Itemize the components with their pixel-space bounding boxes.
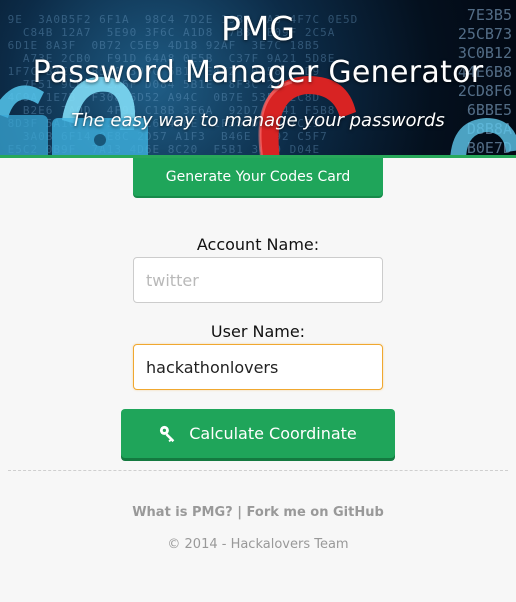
github-link[interactable]: Fork me on GitHub xyxy=(247,505,384,520)
calculate-coordinate-button[interactable]: Calculate Coordinate xyxy=(121,409,395,458)
generate-codes-card-button[interactable]: Generate Your Codes Card xyxy=(133,158,383,196)
app-subtitle: Password Manager Generator xyxy=(32,55,484,90)
calculate-coordinate-label: Calculate Coordinate xyxy=(189,424,357,443)
footer-separator: | xyxy=(237,505,242,520)
app-title: PMG xyxy=(221,9,295,48)
copyright-text: © 2014 - Hackalovers Team xyxy=(167,537,349,552)
header-banner: 9E 3A0B5F2 6F1A 98C4 7D2E 19B6 A3 4F7C 0… xyxy=(0,0,516,155)
what-is-pmg-link[interactable]: What is PMG? xyxy=(132,505,233,520)
account-name-input[interactable] xyxy=(133,257,383,303)
footer-links: What is PMG? | Fork me on GitHub xyxy=(0,505,516,520)
section-divider xyxy=(8,470,508,471)
key-icon xyxy=(160,425,175,442)
app-tagline: The easy way to manage your passwords xyxy=(71,110,445,131)
user-name-label: User Name: xyxy=(210,322,306,341)
account-name-label: Account Name: xyxy=(196,235,320,254)
user-name-input[interactable] xyxy=(133,344,383,390)
